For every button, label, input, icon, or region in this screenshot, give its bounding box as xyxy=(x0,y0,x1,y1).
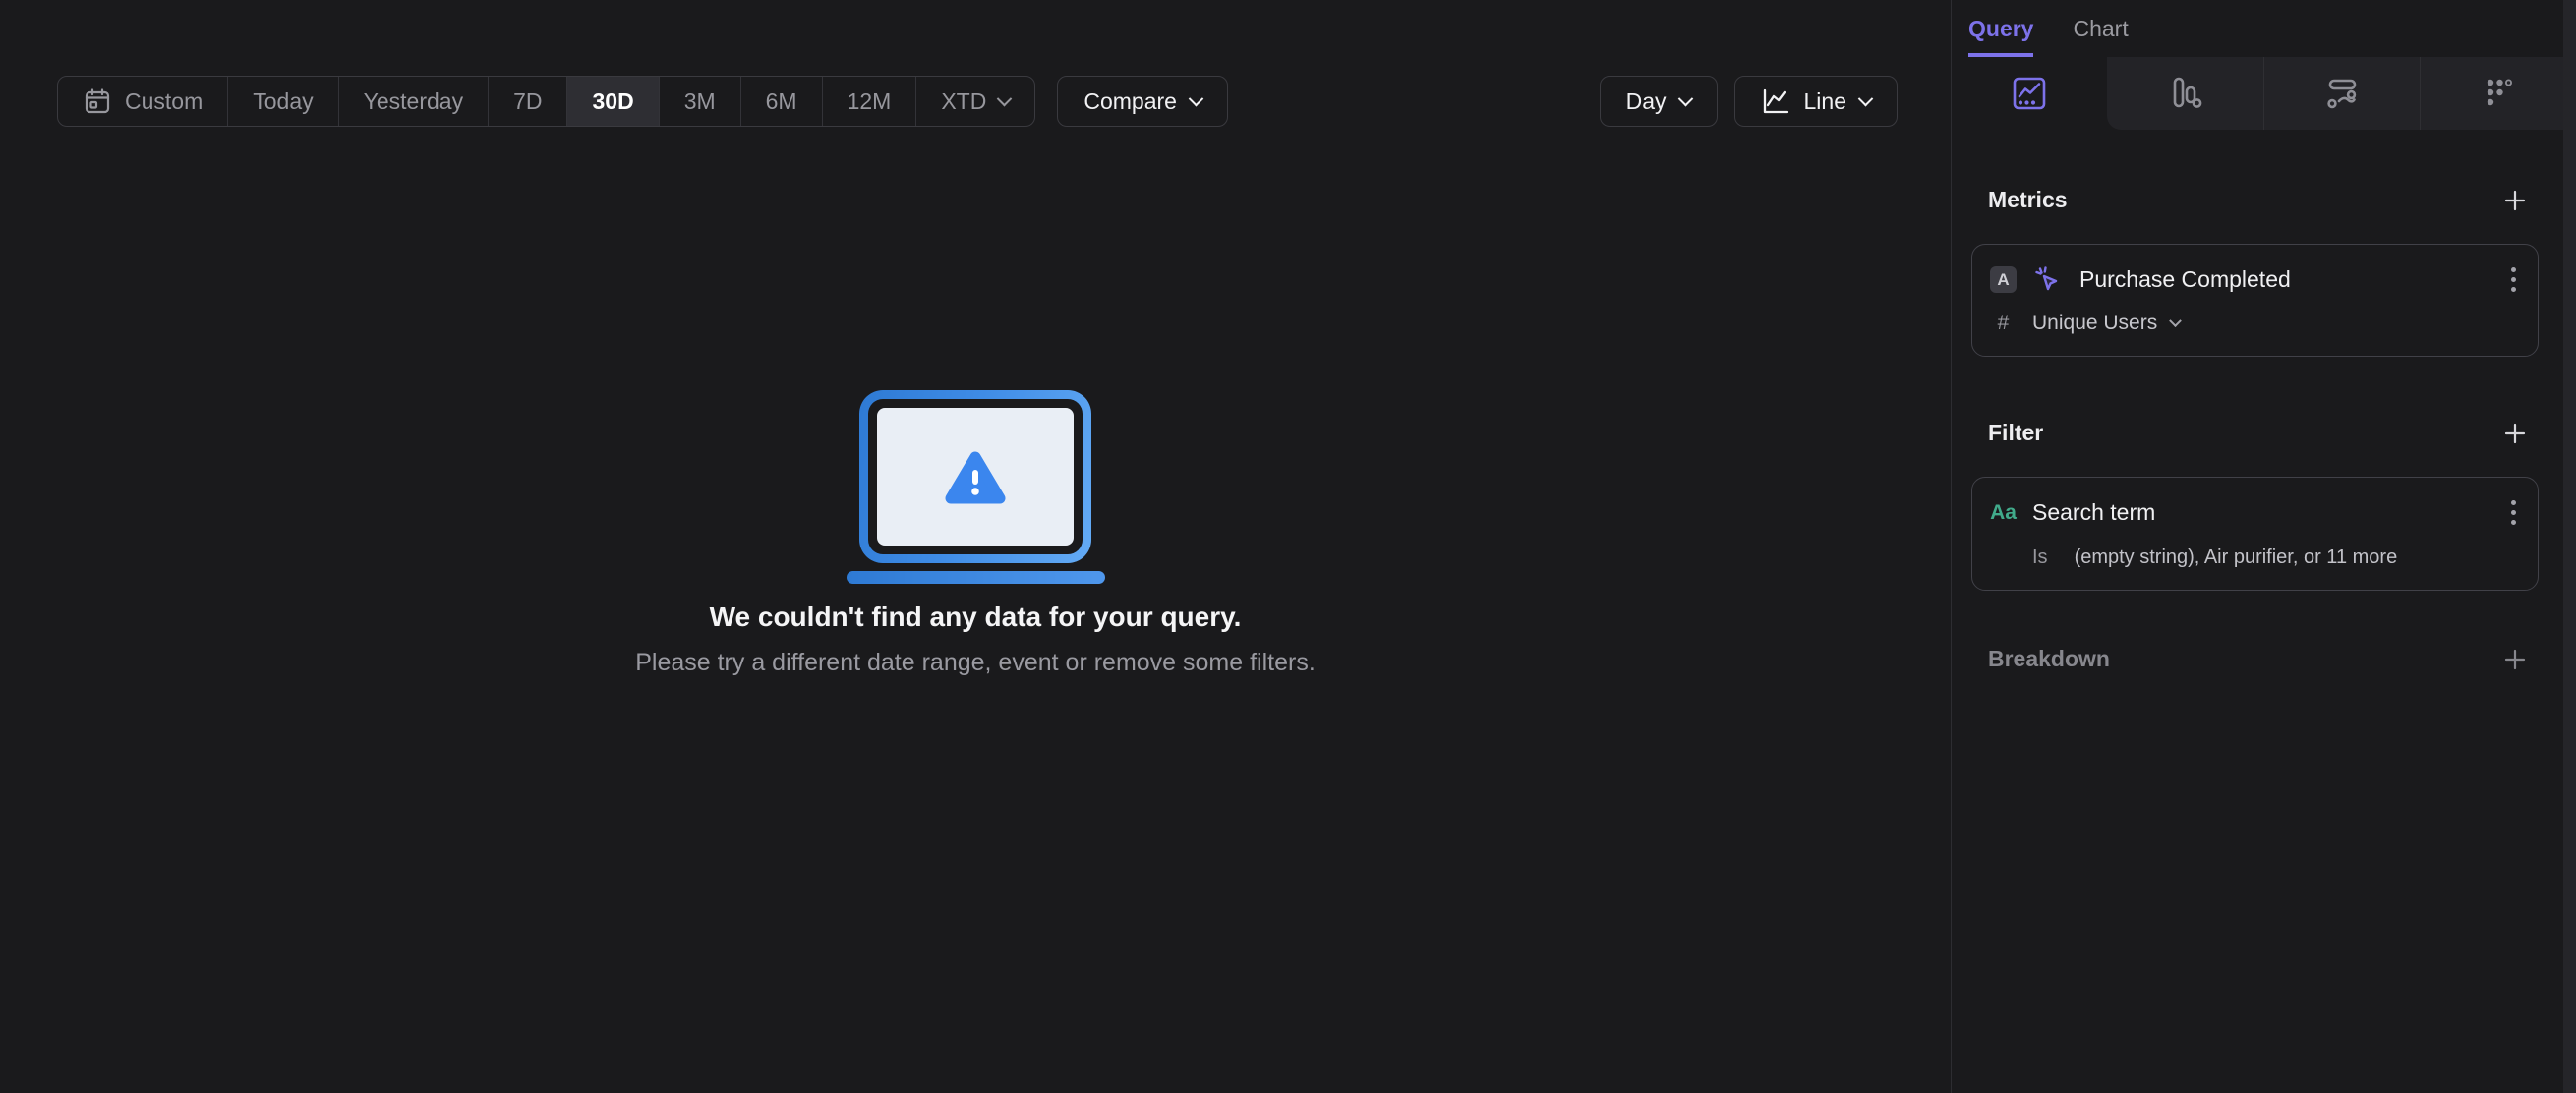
metric-aggregation-selector[interactable]: # Unique Users xyxy=(1990,312,2520,335)
filter-values: (empty string), Air purifier, or 11 more xyxy=(2074,546,2398,568)
chart-display-controls: Day Line xyxy=(1599,76,1898,127)
date-range-yesterday[interactable]: Yesterday xyxy=(339,77,490,126)
date-range-7d[interactable]: 7D xyxy=(489,77,568,126)
monitor-base xyxy=(846,571,1105,584)
report-type-tabs xyxy=(1952,57,2576,130)
plus-icon xyxy=(2504,649,2526,669)
flows-icon xyxy=(2321,73,2363,114)
insights-icon xyxy=(2009,73,2050,114)
granularity-dropdown[interactable]: Day xyxy=(1599,76,1718,127)
filter-property-name[interactable]: Search term xyxy=(2032,499,2155,526)
filter-operator: Is xyxy=(2032,546,2048,568)
line-chart-icon xyxy=(1761,86,1790,116)
calendar-icon xyxy=(83,86,112,116)
empty-state-subtitle: Please try a different date range, event… xyxy=(635,649,1316,676)
date-range-12m[interactable]: 12M xyxy=(823,77,917,126)
panel-tabs: Query Chart xyxy=(1952,0,2576,57)
event-cursor-icon xyxy=(2032,264,2064,296)
add-filter-button[interactable] xyxy=(2503,422,2527,445)
report-tab-insights[interactable] xyxy=(1952,57,2107,130)
chart-canvas: Custom Today Yesterday 7D 30D 3M 6M 12M … xyxy=(0,0,1951,1093)
aggregation-symbol: # xyxy=(1997,312,2010,334)
date-range-xtd[interactable]: XTD xyxy=(916,77,1034,126)
filter-card[interactable]: Aa Search term Is (empty string), Air pu… xyxy=(1971,477,2539,591)
tab-chart[interactable]: Chart xyxy=(2073,16,2128,57)
insights-report-page: Custom Today Yesterday 7D 30D 3M 6M 12M … xyxy=(0,0,2576,1093)
date-range-control: Custom Today Yesterday 7D 30D 3M 6M 12M … xyxy=(57,76,1036,127)
chevron-down-icon xyxy=(1677,90,1693,106)
empty-state-title: We couldn't find any data for your query… xyxy=(709,602,1242,632)
report-tab-retention[interactable] xyxy=(2419,57,2576,130)
metrics-section-heading: Metrics xyxy=(1971,187,2539,213)
date-range-custom[interactable]: Custom xyxy=(58,77,229,126)
breakdown-section-heading: Breakdown xyxy=(1971,646,2539,672)
plus-icon xyxy=(2504,190,2526,210)
filter-condition[interactable]: Is (empty string), Air purifier, or 11 m… xyxy=(1990,546,2520,569)
filter-heading-label: Filter xyxy=(1988,420,2044,445)
tab-query[interactable]: Query xyxy=(1968,16,2034,57)
metrics-heading-label: Metrics xyxy=(1988,187,2068,212)
add-breakdown-button[interactable] xyxy=(2503,648,2527,671)
chevron-down-icon xyxy=(1857,90,1874,106)
metric-event-name[interactable]: Purchase Completed xyxy=(2079,266,2291,293)
compare-button[interactable]: Compare xyxy=(1057,76,1228,127)
date-range-today[interactable]: Today xyxy=(228,77,339,126)
date-range-30d[interactable]: 30D xyxy=(567,77,660,126)
funnels-icon xyxy=(2164,73,2205,114)
plus-icon xyxy=(2504,423,2526,443)
report-tab-funnels[interactable] xyxy=(2107,57,2263,130)
empty-state: We couldn't find any data for your query… xyxy=(0,390,1951,677)
breakdown-heading-label: Breakdown xyxy=(1988,646,2110,671)
kebab-menu-icon[interactable] xyxy=(2507,263,2520,296)
chart-toolbar: Custom Today Yesterday 7D 30D 3M 6M 12M … xyxy=(57,76,1898,127)
filter-section-heading: Filter xyxy=(1971,420,2539,446)
chevron-down-icon xyxy=(2169,314,2183,327)
chart-type-dropdown[interactable]: Line xyxy=(1733,76,1898,127)
date-range-label: Custom xyxy=(125,87,204,114)
metric-letter-badge: A xyxy=(1990,266,2017,293)
date-range-3m[interactable]: 3M xyxy=(660,77,741,126)
report-tab-flows[interactable] xyxy=(2262,57,2420,130)
chevron-down-icon xyxy=(1188,90,1204,106)
warning-triangle-icon xyxy=(945,451,1006,504)
retention-icon xyxy=(2478,73,2519,114)
monitor-warning-icon xyxy=(859,390,1091,563)
query-builder-content: Metrics A Purchase Completed # Unique Us… xyxy=(1952,187,2576,672)
add-metric-button[interactable] xyxy=(2503,189,2527,212)
chevron-down-icon xyxy=(997,90,1013,106)
date-range-6m[interactable]: 6M xyxy=(741,77,823,126)
kebab-menu-icon[interactable] xyxy=(2507,496,2520,529)
aggregation-label: Unique Users xyxy=(2032,312,2158,334)
metric-card[interactable]: A Purchase Completed # Unique Users xyxy=(1971,244,2539,357)
scrollbar[interactable] xyxy=(2563,0,2576,1093)
query-builder-panel: Query Chart Metrics A Purchase Completed… xyxy=(1951,0,2576,1093)
string-property-icon: Aa xyxy=(1990,500,2017,524)
